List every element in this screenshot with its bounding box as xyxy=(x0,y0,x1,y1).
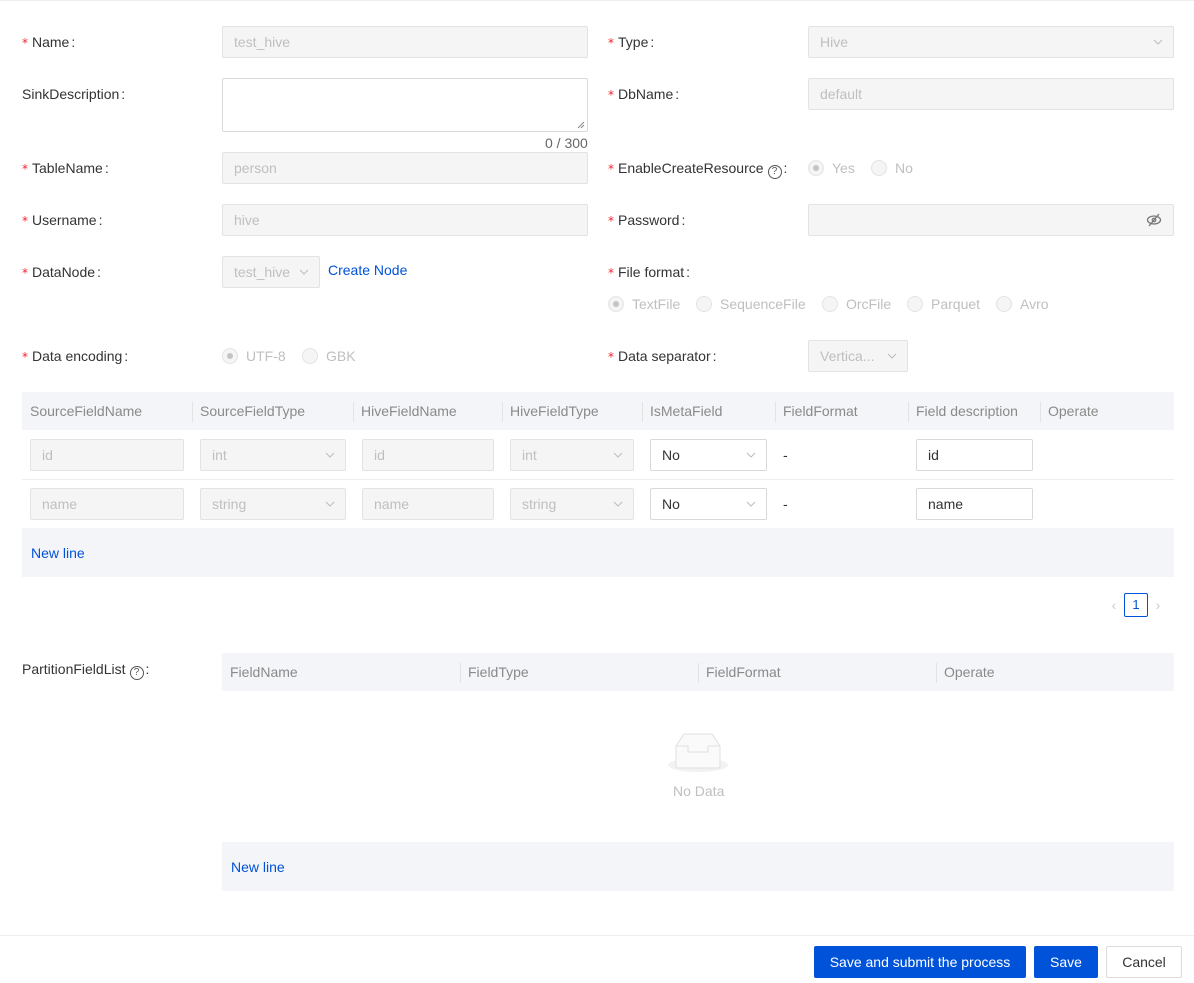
radio-circle-icon xyxy=(822,296,838,312)
resize-handle-icon[interactable] xyxy=(577,121,585,129)
save-and-submit-button[interactable]: Save and submit the process xyxy=(814,946,1026,978)
field-description-input[interactable]: name xyxy=(916,488,1033,520)
fields-table-header: SourceFieldName SourceFieldType HiveFiel… xyxy=(22,392,1174,430)
source-field-type-select[interactable]: string xyxy=(200,488,346,520)
chevron-down-icon xyxy=(613,499,623,509)
empty-text: No Data xyxy=(673,783,725,799)
type-label: * Type: xyxy=(608,34,655,50)
chevron-down-icon xyxy=(299,267,309,277)
field-format-cell: - xyxy=(783,447,788,463)
pagination: ‹ 1 › xyxy=(1104,593,1168,617)
column-header: FieldFormat xyxy=(775,392,858,430)
partition-table-header: FieldName FieldType FieldFormat Operate xyxy=(222,653,1174,691)
radio-orcfile[interactable]: OrcFile xyxy=(822,296,891,312)
data-separator-select[interactable]: Vertica... xyxy=(808,340,908,372)
hive-field-type-select[interactable]: int xyxy=(510,439,634,471)
sink-description-label: SinkDescription: xyxy=(22,86,126,102)
hive-field-name-input[interactable]: name xyxy=(362,488,494,520)
chevron-down-icon xyxy=(325,499,335,509)
enable-create-resource-label: * EnableCreateResource?: xyxy=(608,160,788,179)
create-node-link[interactable]: Create Node xyxy=(328,262,407,278)
radio-sequencefile[interactable]: SequenceFile xyxy=(696,296,806,312)
radio-gbk[interactable]: GBK xyxy=(302,348,356,364)
page-number[interactable]: 1 xyxy=(1124,593,1148,617)
column-header: SourceFieldName xyxy=(30,403,143,419)
source-field-name-input[interactable]: name xyxy=(30,488,184,520)
chevron-down-icon xyxy=(325,450,335,460)
top-divider xyxy=(0,0,1194,1)
username-input[interactable]: hive xyxy=(222,204,588,236)
file-format-label: * File format: xyxy=(608,264,691,280)
is-meta-field-select[interactable]: No xyxy=(650,488,767,520)
dbname-label: * DbName: xyxy=(608,86,680,102)
column-header: HiveFieldName xyxy=(353,392,457,430)
column-header: HiveFieldType xyxy=(502,392,599,430)
footer-divider xyxy=(0,935,1194,936)
radio-no[interactable]: No xyxy=(871,160,913,176)
source-field-name-input[interactable]: id xyxy=(30,439,184,471)
type-select[interactable]: Hive xyxy=(808,26,1174,58)
column-header: Operate xyxy=(936,653,995,691)
name-input[interactable]: test_hive xyxy=(222,26,588,58)
column-header: Operate xyxy=(1040,392,1099,430)
field-format-cell: - xyxy=(783,496,788,512)
chevron-down-icon xyxy=(887,351,897,361)
description-counter: 0 / 300 xyxy=(545,135,588,151)
field-description-input[interactable]: id xyxy=(916,439,1033,471)
radio-circle-icon xyxy=(808,160,824,176)
chevron-right-icon[interactable]: › xyxy=(1148,597,1168,613)
fields-table-footer xyxy=(22,528,1174,577)
radio-circle-icon xyxy=(996,296,1012,312)
radio-circle-icon xyxy=(696,296,712,312)
save-button[interactable]: Save xyxy=(1034,946,1098,978)
eye-invisible-icon[interactable] xyxy=(1146,213,1162,227)
column-header: FieldName xyxy=(230,664,298,680)
column-header: FieldFormat xyxy=(698,653,781,691)
hive-field-type-select[interactable]: string xyxy=(510,488,634,520)
row-divider xyxy=(22,479,1174,480)
hive-field-name-input[interactable]: id xyxy=(362,439,494,471)
empty-inbox-icon xyxy=(668,733,728,772)
chevron-left-icon[interactable]: ‹ xyxy=(1104,597,1124,613)
new-line-button[interactable]: New line xyxy=(31,545,85,561)
chevron-down-icon xyxy=(746,450,756,460)
tablename-label: * TableName: xyxy=(22,160,109,176)
datanode-label: * DataNode: xyxy=(22,264,101,280)
help-icon[interactable]: ? xyxy=(129,666,144,680)
column-header: Field description xyxy=(908,392,1018,430)
sink-description-textarea[interactable] xyxy=(222,78,588,132)
chevron-down-icon xyxy=(613,450,623,460)
radio-circle-icon xyxy=(907,296,923,312)
radio-circle-icon xyxy=(222,348,238,364)
dbname-input[interactable]: default xyxy=(808,78,1174,110)
data-separator-label: * Data separator: xyxy=(608,348,717,364)
password-input[interactable] xyxy=(808,204,1174,236)
username-label: * Username: xyxy=(22,212,103,228)
column-header: FieldType xyxy=(460,653,529,691)
radio-circle-icon xyxy=(608,296,624,312)
cancel-button[interactable]: Cancel xyxy=(1106,946,1182,978)
name-label: * Name: xyxy=(22,34,76,50)
datanode-select[interactable]: test_hive xyxy=(222,256,320,288)
radio-utf8[interactable]: UTF-8 xyxy=(222,348,286,364)
column-header: SourceFieldType xyxy=(192,392,305,430)
radio-textfile[interactable]: TextFile xyxy=(608,296,680,312)
partition-new-line-button[interactable]: New line xyxy=(231,859,285,875)
tablename-input[interactable]: person xyxy=(222,152,588,184)
partition-field-list-label: PartitionFieldList?: xyxy=(22,661,150,680)
data-encoding-label: * Data encoding: xyxy=(22,348,129,364)
radio-circle-icon xyxy=(302,348,318,364)
chevron-down-icon xyxy=(1153,37,1163,47)
radio-parquet[interactable]: Parquet xyxy=(907,296,980,312)
partition-table-footer xyxy=(222,842,1174,891)
chevron-down-icon xyxy=(746,499,756,509)
is-meta-field-select[interactable]: No xyxy=(650,439,767,471)
password-label: * Password: xyxy=(608,212,686,228)
source-field-type-select[interactable]: int xyxy=(200,439,346,471)
radio-yes[interactable]: Yes xyxy=(808,160,855,176)
radio-circle-icon xyxy=(871,160,887,176)
column-header: IsMetaField xyxy=(642,392,722,430)
radio-avro[interactable]: Avro xyxy=(996,296,1049,312)
help-icon[interactable]: ? xyxy=(767,165,782,179)
